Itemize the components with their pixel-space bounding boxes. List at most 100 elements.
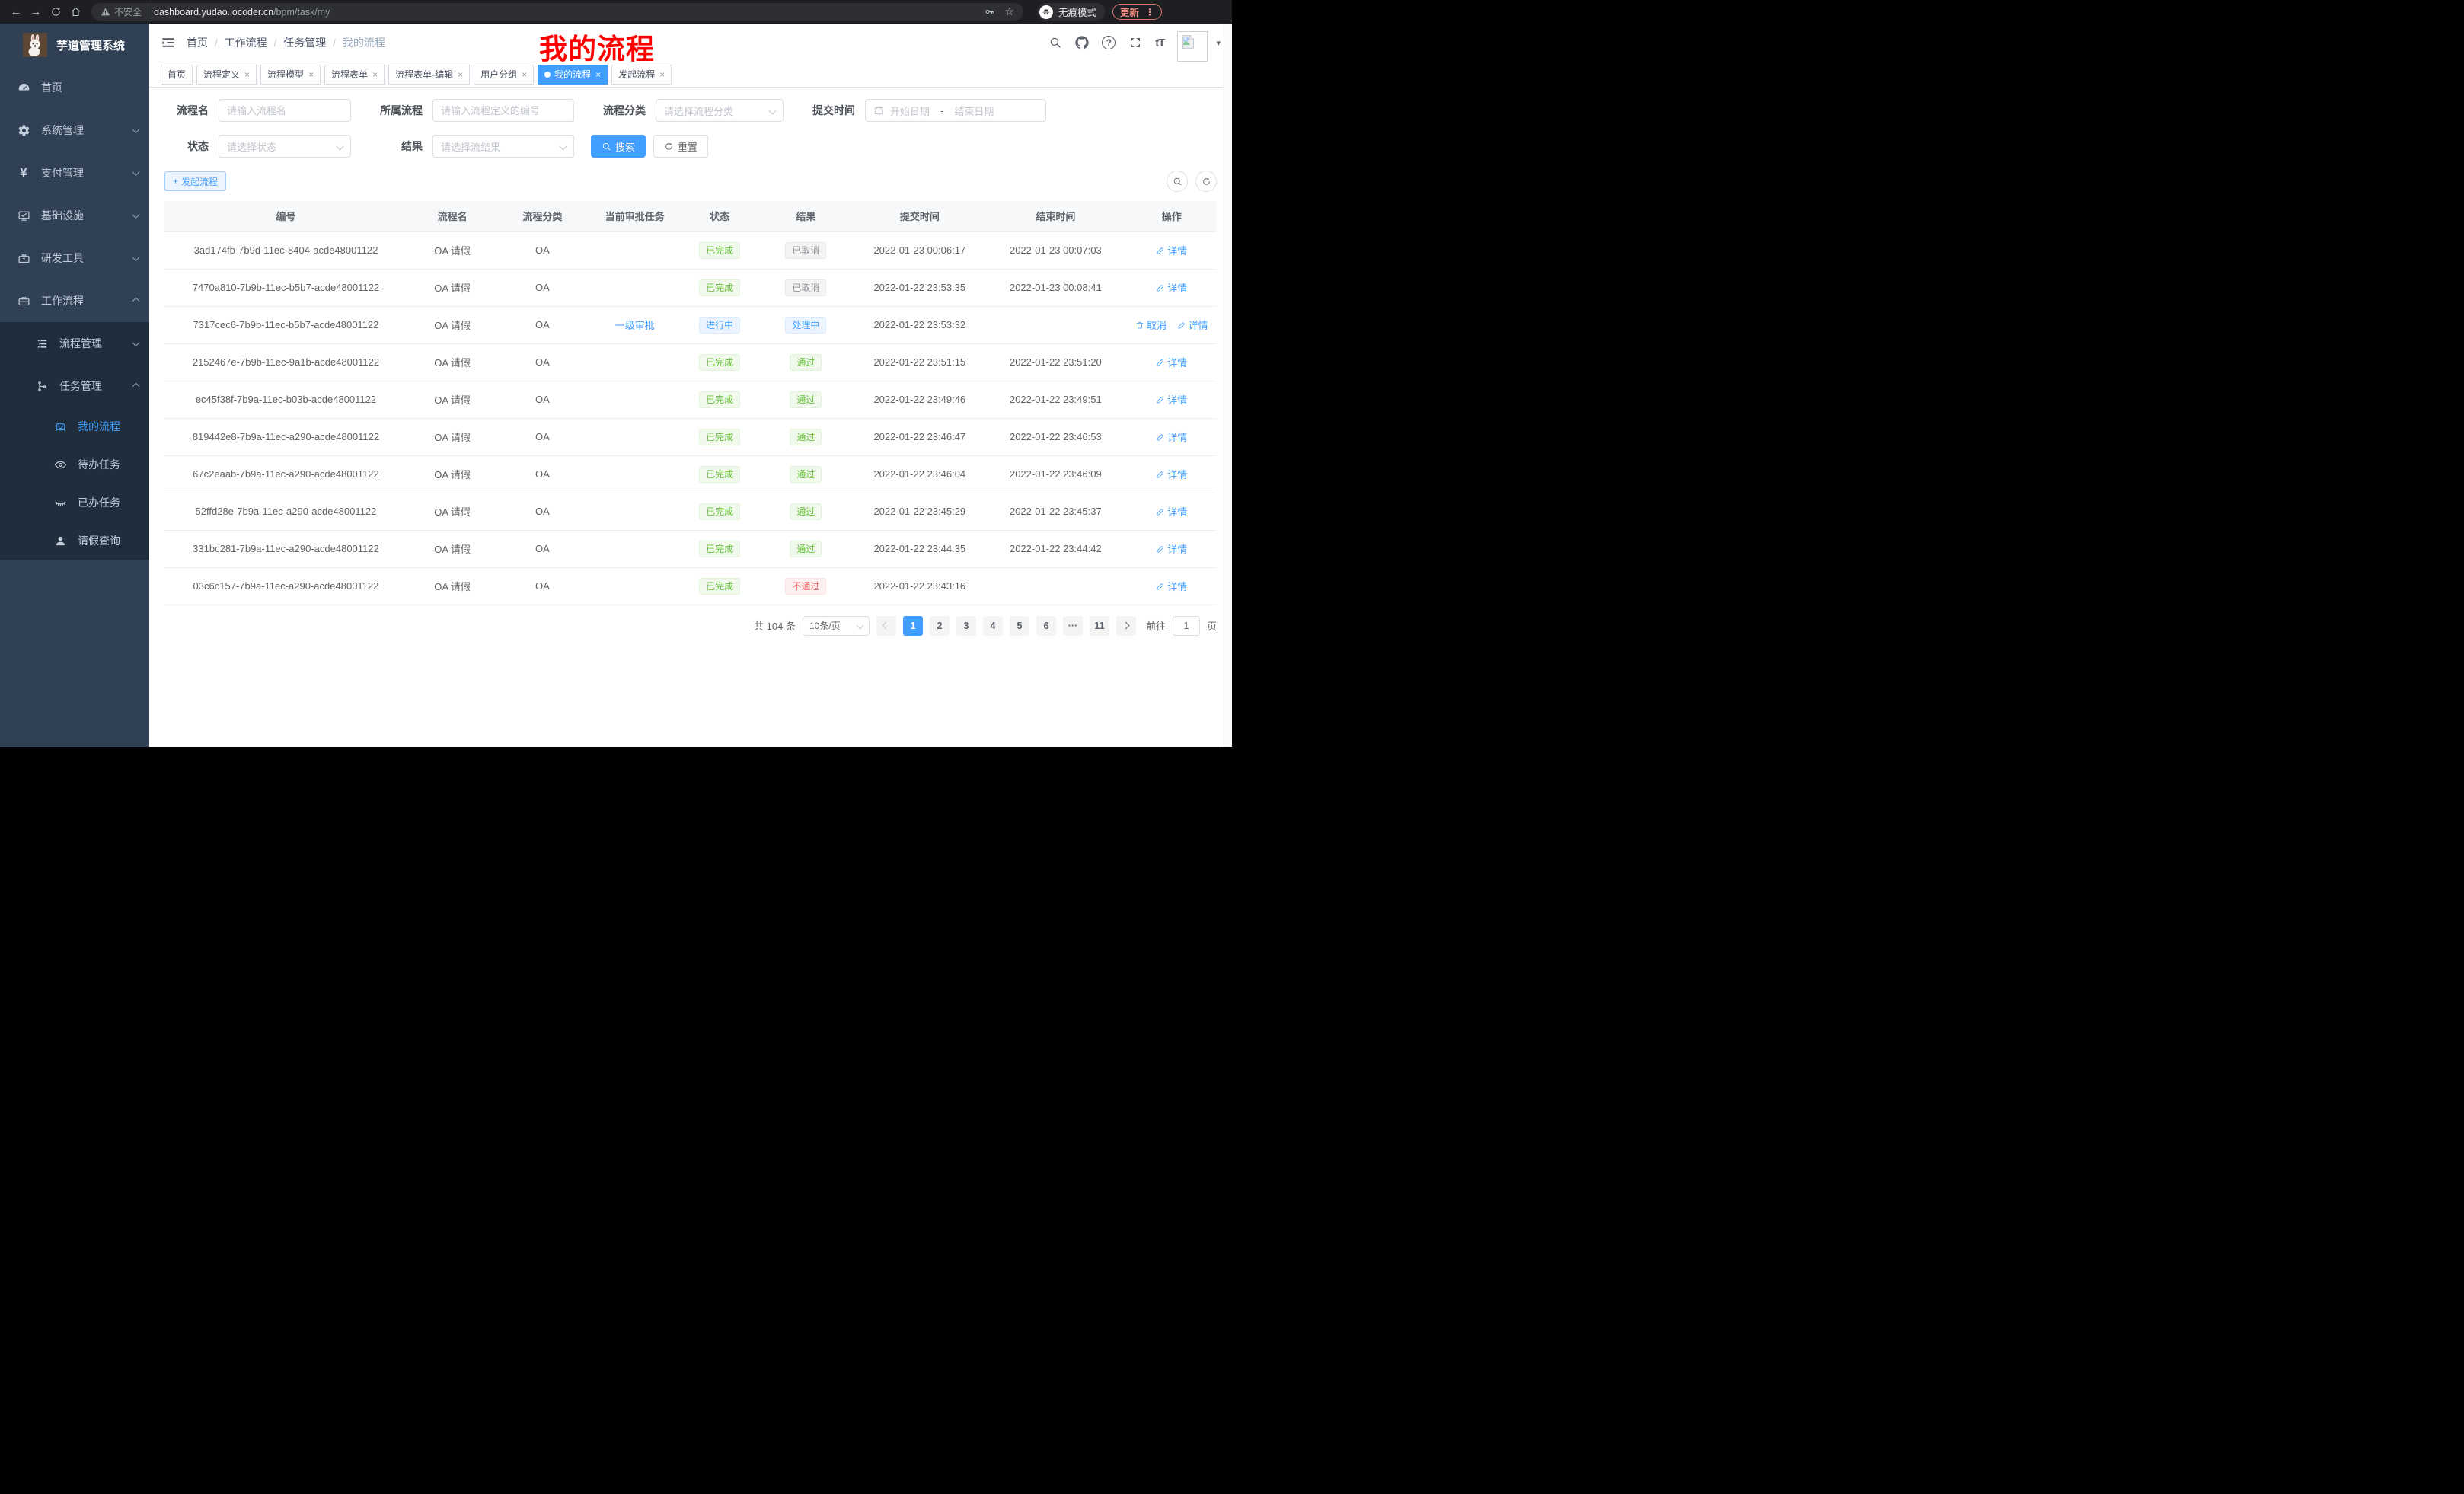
forward-icon[interactable]: → [26,2,46,22]
detail-link[interactable]: 详情 [1177,318,1208,332]
page-button-4[interactable]: 4 [983,616,1003,636]
back-icon[interactable]: ← [6,2,26,22]
task-link[interactable]: 一级审批 [615,320,655,331]
tab-start-process[interactable]: 发起流程× [611,65,672,85]
font-size-icon[interactable]: tT [1155,37,1164,49]
breadcrumb-task-mgmt[interactable]: 任务管理 [283,35,326,50]
create-process-button[interactable]: + 发起流程 [164,171,226,191]
result-select[interactable]: 请选择流结果 [432,135,574,158]
search-icon[interactable] [1048,36,1062,49]
sidebar-item-task-mgmt[interactable]: 任务管理 [0,365,149,407]
process-def-input[interactable] [432,99,574,122]
key-icon[interactable] [984,6,995,18]
table-header-row: 编号 流程名 流程分类 当前审批任务 状态 结果 提交时间 结束时间 操作 [164,201,1217,231]
prev-page-button[interactable] [876,616,896,636]
navbar-actions: ? tT ▾ [1048,24,1221,62]
reload-icon[interactable] [46,2,65,22]
address-bar[interactable]: 不安全 dashboard.yudao.iocoder.cn/bpm/task/… [91,3,1023,21]
detail-link[interactable]: 详情 [1156,429,1187,444]
more-pages-icon[interactable]: ··· [1063,616,1083,636]
breadcrumb-home[interactable]: 首页 [187,35,208,50]
url-text: dashboard.yudao.iocoder.cn/bpm/task/my [154,7,330,18]
close-icon[interactable]: × [372,69,378,80]
security-chip[interactable]: 不安全 [101,5,148,18]
page-button-3[interactable]: 3 [956,616,976,636]
page-scrollbar[interactable] [1224,24,1232,747]
reset-button[interactable]: 重置 [653,135,708,158]
detail-link[interactable]: 详情 [1156,467,1187,481]
update-button[interactable]: 更新 ⋮ [1112,4,1162,20]
chevron-down-icon [857,622,864,630]
caret-down-icon[interactable]: ▾ [1216,38,1221,48]
sidebar-item-done-task[interactable]: 已办任务 [0,484,149,522]
sidebar-item-my-process[interactable]: 我的流程 [0,407,149,445]
search-button[interactable]: 搜索 [591,135,646,158]
status-label: 状态 [164,139,209,154]
status-badge: 已完成 [699,429,740,445]
cancel-link[interactable]: 取消 [1135,318,1167,332]
goto-page-input[interactable] [1173,616,1200,636]
close-icon[interactable]: × [308,69,314,80]
browser-menu-icon[interactable]: ⋮ [1145,7,1154,18]
tab-user-group[interactable]: 用户分组× [474,65,534,85]
detail-link[interactable]: 详情 [1156,280,1187,295]
sidebar-item-pay[interactable]: ¥ 支付管理 [0,152,149,194]
close-icon[interactable]: × [659,69,665,80]
table-row: 7470a810-7b9b-11ec-b5b7-acde48001122 OA … [164,269,1217,306]
detail-link[interactable]: 详情 [1156,541,1187,556]
tab-my-process[interactable]: 我的流程× [538,65,608,85]
chevron-down-icon [132,168,140,176]
sidebar-item-infra[interactable]: 基础设施 [0,194,149,237]
page-button-11[interactable]: 11 [1090,616,1109,636]
red-annotation-text: 我的流程 [539,26,655,67]
bookmark-star-icon[interactable]: ☆ [1004,5,1014,18]
show-search-button[interactable] [1167,171,1188,192]
help-icon[interactable]: ? [1102,36,1116,49]
avatar[interactable] [1177,31,1208,62]
chevron-down-icon [132,339,140,346]
close-icon[interactable]: × [595,69,601,80]
edit-icon [1156,470,1165,479]
page-size-select[interactable]: 10条/页 [803,616,870,636]
sidebar-item-process-mgmt[interactable]: 流程管理 [0,322,149,365]
sidebar-item-devtools[interactable]: 研发工具 [0,237,149,279]
github-icon[interactable] [1075,36,1089,49]
close-icon[interactable]: × [244,69,250,80]
edit-icon [1156,544,1165,554]
edit-icon [1156,433,1165,442]
edit-icon [1156,246,1165,255]
detail-link[interactable]: 详情 [1156,355,1187,369]
breadcrumb-workflow[interactable]: 工作流程 [225,35,267,50]
home-icon[interactable] [65,2,85,22]
tab-home[interactable]: 首页 [161,65,193,85]
close-icon[interactable]: × [458,69,463,80]
sidebar-item-leave-query[interactable]: 请假查询 [0,522,149,560]
tab-process-form-edit[interactable]: 流程表单-编辑× [388,65,470,85]
detail-link[interactable]: 详情 [1156,243,1187,257]
status-select[interactable]: 请选择状态 [219,135,351,158]
category-select[interactable]: 请选择流程分类 [656,99,784,122]
next-page-button[interactable] [1116,616,1136,636]
sidebar-item-workflow[interactable]: 工作流程 [0,279,149,322]
page-button-6[interactable]: 6 [1036,616,1056,636]
page-button-1[interactable]: 1 [903,616,923,636]
hamburger-icon[interactable] [161,35,176,50]
refresh-table-button[interactable] [1195,171,1217,192]
tab-process-form[interactable]: 流程表单× [324,65,385,85]
date-range-input[interactable]: 开始日期 - 结束日期 [865,99,1046,122]
close-icon[interactable]: × [522,69,527,80]
fullscreen-icon[interactable] [1128,36,1142,49]
sidebar-item-todo-task[interactable]: 待办任务 [0,445,149,484]
sidebar-item-system[interactable]: 系统管理 [0,109,149,152]
sidebar-item-home[interactable]: 首页 [0,66,149,109]
tab-process-model[interactable]: 流程模型× [260,65,321,85]
process-name-input[interactable] [219,99,351,122]
briefcase-icon [17,251,30,265]
trash-icon [1135,321,1144,330]
detail-link[interactable]: 详情 [1156,392,1187,407]
page-button-5[interactable]: 5 [1010,616,1029,636]
detail-link[interactable]: 详情 [1156,504,1187,519]
detail-link[interactable]: 详情 [1156,579,1187,593]
tab-process-definition[interactable]: 流程定义× [196,65,257,85]
page-button-2[interactable]: 2 [930,616,950,636]
